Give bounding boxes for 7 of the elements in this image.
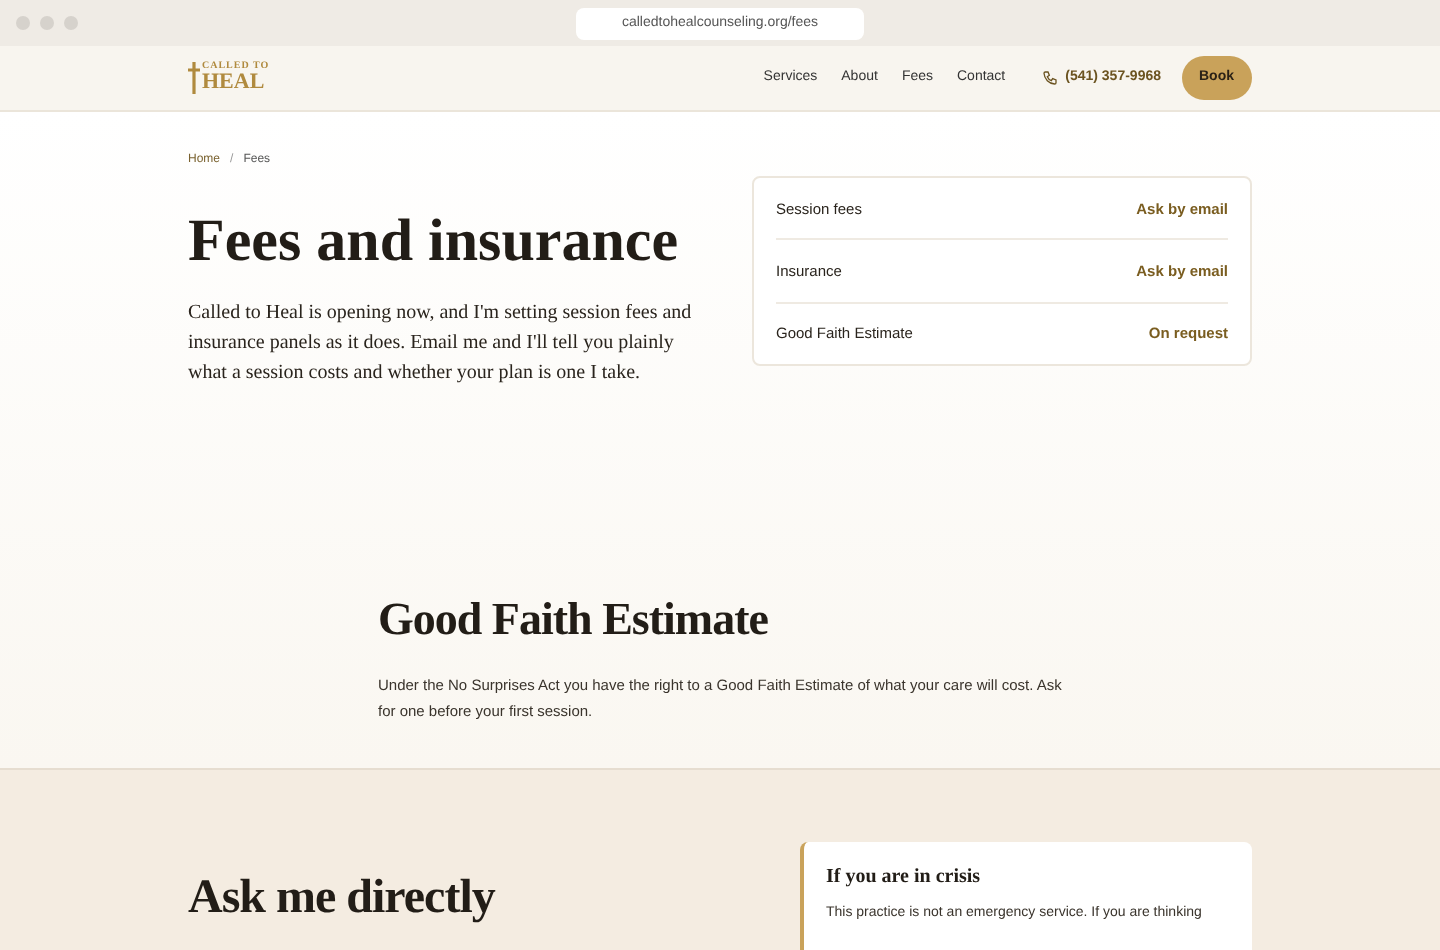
intro-paragraph: Called to Heal is opening now, and I'm setting session fees and insurance panels as it does. Email me and I'll tell you plainly what a session costs and whether your plan is one I take. [188,300,694,388]
phone-icon [1041,70,1058,86]
page-title: Fees and insurance [188,206,681,278]
crisis-heading: If you are in crisis [826,864,983,892]
cross-icon [188,62,200,94]
section-heading: Good Faith Estimate [378,592,770,648]
section-heading: Ask me directly [188,870,495,928]
